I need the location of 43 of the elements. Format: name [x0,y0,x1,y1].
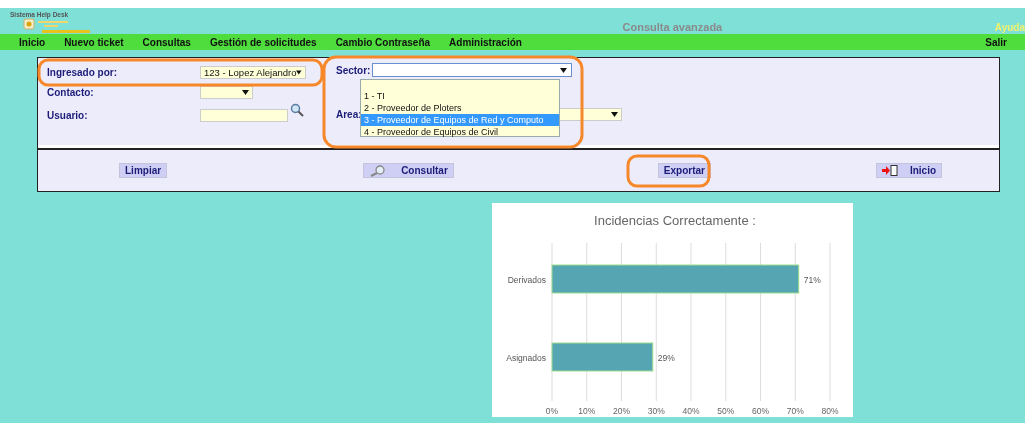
caret-icon [296,69,302,75]
nav-item[interactable]: Gestión de solicitudes [209,36,317,48]
axis-tick-label: 20% [613,406,630,416]
caret-icon [242,89,249,95]
select-field[interactable] [372,63,573,77]
select-field[interactable]: 123 - Lopez Alejandro [200,65,306,79]
axis-tick-label: 0% [545,406,559,416]
axis-tick-label: 60% [752,406,769,416]
logout-link[interactable]: Salir [985,36,1007,48]
data-label: 29% [657,353,675,363]
axis-tick-label: 10% [578,406,596,416]
category-label: Asignados [506,353,546,363]
dropdown-option[interactable]: 1 - TI [361,90,559,102]
dropdown-option[interactable]: 2 - Proveedor de Ploters [361,102,559,114]
field-label: Contacto: [47,86,95,98]
action-button[interactable]: Consultar [363,163,454,178]
field-label: Ingresado por: [47,66,118,78]
axis-tick-label: 30% [647,406,665,416]
nav-item[interactable]: Cambio Contraseña [335,36,431,48]
action-button[interactable]: Inicio [875,163,943,178]
action-button[interactable]: Exportar [657,163,711,178]
data-label: 71% [803,275,821,285]
input-field[interactable] [200,108,288,122]
caret-icon [610,111,618,117]
chart-title: Incidencias Correctamente : [594,213,756,228]
caret-icon [560,67,568,73]
field-label: Sector: [336,64,371,76]
exit-icon [881,165,898,176]
action-button[interactable]: Limpiar [119,163,168,178]
axis-tick-label: 80% [821,406,839,416]
axis-tick-label: 50% [717,406,735,416]
dropdown-option[interactable]: 4 - Proveedor de Equipos de Civil [361,126,559,138]
nav-item[interactable]: Inicio [19,36,46,48]
category-label: Derivados [507,275,546,285]
axis-tick-label: 70% [786,406,804,416]
nav-item[interactable]: Administración [449,36,522,48]
nav-item[interactable]: Consultas [142,36,191,48]
search-icon[interactable] [290,103,304,117]
page-title: Consulta avanzada [621,21,724,34]
field-label: Area: [336,108,362,120]
nav-item[interactable]: Nuevo ticket [64,36,124,48]
field-label: Usuario: [47,109,89,121]
axis-tick-label: 40% [682,406,700,416]
